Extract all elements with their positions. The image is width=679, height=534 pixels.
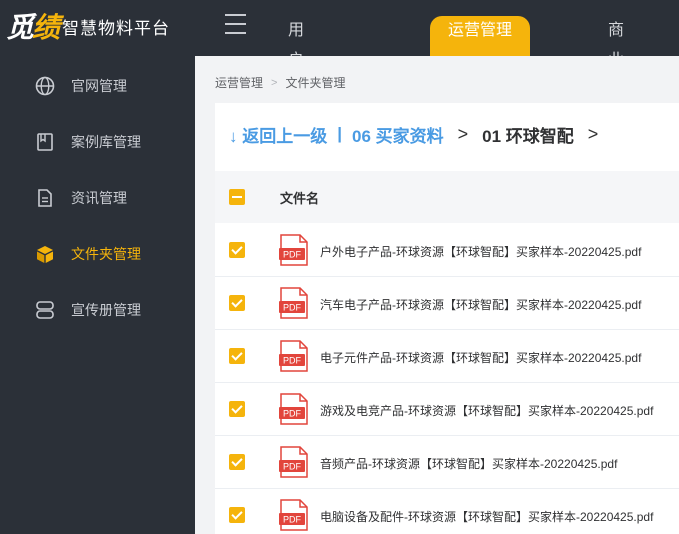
svg-text:PDF: PDF [283, 409, 302, 419]
sidebar-item-label: 官网管理 [71, 78, 127, 94]
sidebar-item-news[interactable]: 资讯管理 [0, 170, 195, 226]
file-name[interactable]: 音频产品-环球资源【环球智配】买家样本-20220425.pdf [320, 455, 617, 472]
row-checkbox[interactable] [229, 348, 245, 364]
file-name[interactable]: 电脑设备及配件-环球资源【环球智配】买家样本-20220425.pdf [320, 508, 653, 525]
row-checkbox[interactable] [229, 454, 245, 470]
layers-icon [34, 299, 56, 321]
path-current-folder: 01 环球智配 [482, 126, 574, 146]
brand-name: 智慧物料平台 [62, 18, 171, 38]
svg-text:PDF: PDF [283, 515, 302, 525]
select-all-checkbox[interactable] [229, 189, 245, 205]
chevron-right-icon: > [587, 123, 599, 144]
row-checkbox[interactable] [229, 242, 245, 258]
pdf-file-icon: PDF [279, 287, 309, 319]
svg-text:PDF: PDF [283, 250, 302, 260]
top-navigation-bar: 觅绩 智慧物料平台 用户管理 运营管理 商业智能 [0, 0, 679, 129]
back-button[interactable]: ↓ 返回上一级 [229, 122, 327, 147]
table-row[interactable]: PDF 音频产品-环球资源【环球智配】买家样本-20220425.pdf [215, 436, 679, 489]
box-icon [34, 243, 56, 265]
menu-collapse-icon[interactable] [222, 14, 246, 34]
file-name[interactable]: 汽车电子产品-环球资源【环球智配】买家样本-20220425.pdf [320, 296, 641, 313]
table-header: 文件名 [215, 171, 679, 223]
document-icon [34, 187, 56, 209]
sidebar-item-folder[interactable]: 文件夹管理 [0, 226, 195, 282]
svg-text:PDF: PDF [283, 303, 302, 313]
row-checkbox[interactable] [229, 507, 245, 523]
file-list-card: ↓ 返回上一级 | 06 买家资料 > 01 环球智配 > 文件名 PDF 户外电… [215, 103, 679, 534]
globe-icon [34, 75, 56, 97]
pdf-file-icon: PDF [279, 234, 309, 266]
row-checkbox[interactable] [229, 295, 245, 311]
breadcrumb-separator-icon: > [271, 76, 278, 89]
pdf-file-icon: PDF [279, 340, 309, 372]
breadcrumb-parent[interactable]: 运营管理 [215, 74, 263, 91]
sidebar-item-brochure[interactable]: 宣传册管理 [0, 282, 195, 338]
sidebar-item-label: 宣传册管理 [71, 302, 141, 318]
path-parent-folder[interactable]: 06 买家资料 [352, 122, 444, 147]
logo-mark: 觅绩 [6, 12, 60, 43]
pdf-file-icon: PDF [279, 446, 309, 478]
brand-logo[interactable]: 觅绩 智慧物料平台 [6, 6, 170, 46]
table-row[interactable]: PDF 户外电子产品-环球资源【环球智配】买家样本-20220425.pdf [215, 224, 679, 277]
sidebar-item-label: 文件夹管理 [71, 246, 141, 262]
main-content: 运营管理 > 文件夹管理 ↓ 返回上一级 | 06 买家资料 > 01 环球智配… [195, 56, 679, 534]
table-row[interactable]: PDF 汽车电子产品-环球资源【环球智配】买家样本-20220425.pdf [215, 277, 679, 330]
bookmark-icon [34, 131, 56, 153]
top-nav-operations-management[interactable]: 运营管理 [430, 16, 530, 56]
top-nav-user-management[interactable]: 用户管理 [288, 16, 304, 129]
table-row[interactable]: PDF 电脑设备及配件-环球资源【环球智配】买家样本-20220425.pdf [215, 489, 679, 534]
column-header-filename: 文件名 [280, 190, 320, 206]
sidebar-item-label: 案例库管理 [71, 134, 141, 150]
sidebar-item-case-library[interactable]: 案例库管理 [0, 114, 195, 170]
svg-text:PDF: PDF [283, 462, 302, 472]
sidebar-item-website[interactable]: 官网管理 [0, 58, 195, 114]
table-row[interactable]: PDF 游戏及电竞产品-环球资源【环球智配】买家样本-20220425.pdf [215, 383, 679, 436]
folder-path-bar: ↓ 返回上一级 | 06 买家资料 > 01 环球智配 > [215, 103, 679, 165]
row-checkbox[interactable] [229, 401, 245, 417]
file-name[interactable]: 户外电子产品-环球资源【环球智配】买家样本-20220425.pdf [320, 243, 641, 260]
breadcrumb: 运营管理 > 文件夹管理 [215, 74, 345, 91]
svg-text:PDF: PDF [283, 356, 302, 366]
file-name[interactable]: 电子元件产品-环球资源【环球智配】买家样本-20220425.pdf [320, 349, 641, 366]
file-name[interactable]: 游戏及电竞产品-环球资源【环球智配】买家样本-20220425.pdf [320, 402, 653, 419]
sidebar-item-label: 资讯管理 [71, 190, 127, 206]
sidebar: 官网管理 案例库管理 资讯管理 文件夹管理 宣传册管理 [0, 56, 195, 534]
pdf-file-icon: PDF [279, 393, 309, 425]
breadcrumb-current: 文件夹管理 [285, 76, 346, 90]
path-divider: | [337, 124, 342, 143]
top-nav-business-intelligence[interactable]: 商业智能 [608, 16, 624, 129]
chevron-right-icon: > [457, 123, 469, 144]
pdf-file-icon: PDF [279, 499, 309, 531]
table-row[interactable]: PDF 电子元件产品-环球资源【环球智配】买家样本-20220425.pdf [215, 330, 679, 383]
